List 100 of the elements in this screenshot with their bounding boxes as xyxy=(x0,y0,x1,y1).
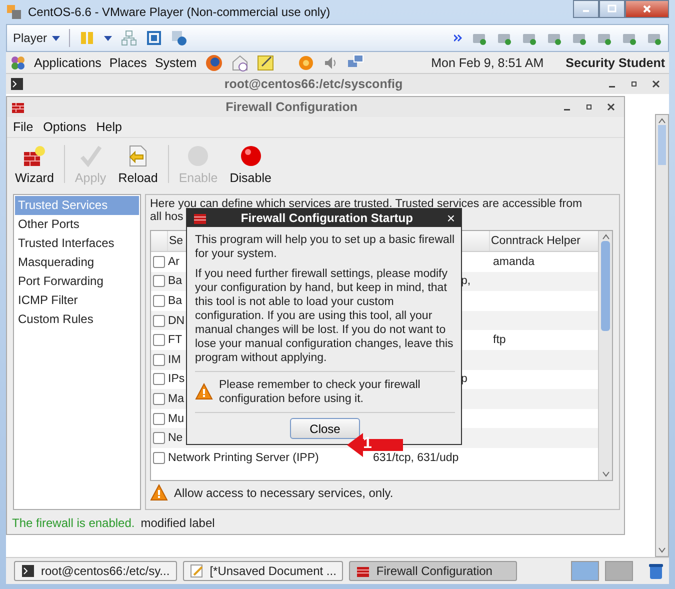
panel-menu[interactable]: Applications xyxy=(34,56,102,70)
status-text: modified label xyxy=(140,516,215,530)
trash-icon[interactable] xyxy=(647,562,665,580)
terminal-title: root@centos66:/etc/sysconfig xyxy=(223,77,404,91)
sidebar-item[interactable]: Other Ports xyxy=(15,215,139,234)
vmware-logo-icon xyxy=(6,4,22,20)
minimize-icon xyxy=(609,86,615,88)
checkbox[interactable] xyxy=(153,314,165,327)
scroll-down-icon xyxy=(602,470,610,478)
menu-item[interactable]: Options xyxy=(39,120,90,134)
close-button[interactable]: × xyxy=(446,210,455,226)
checkbox[interactable] xyxy=(153,412,165,425)
terminal-icon xyxy=(10,77,24,91)
table-cell: p xyxy=(461,373,468,386)
fullscreen-icon[interactable] xyxy=(146,30,162,46)
checkbox[interactable] xyxy=(153,452,165,464)
caret-icon xyxy=(52,34,60,42)
description-text: all hos xyxy=(150,211,184,223)
checkbox[interactable] xyxy=(153,373,165,386)
stop-light-icon xyxy=(238,144,263,168)
maximize-button[interactable] xyxy=(599,0,625,18)
table-cell: amanda xyxy=(493,256,535,268)
notes-icon[interactable] xyxy=(256,54,275,72)
checkbox[interactable] xyxy=(153,432,165,444)
dialog-text: If you need further firewall settings, please modify your configuration by hand, but keep in mind, that this tool is not able to load your custom configuration. If you are using this tool, all your manual changes will be lost. If you do not want to lose your manual configuration changes, leave this program without applying. xyxy=(195,267,454,365)
checkbox[interactable] xyxy=(153,334,165,346)
warning-text: Please remember to check your firewall configuration before using it. xyxy=(219,378,422,406)
checkbox[interactable] xyxy=(153,354,165,366)
menu-item[interactable]: Help xyxy=(92,120,126,134)
network-icon[interactable] xyxy=(121,30,138,46)
sidebar-item[interactable]: Masquerading xyxy=(15,253,139,272)
maximize-icon xyxy=(629,79,639,89)
table-cell: FT xyxy=(168,334,182,346)
close-button[interactable] xyxy=(625,0,669,18)
close-dialog-button[interactable]: Close xyxy=(290,418,360,439)
toolbar-button[interactable]: Disable xyxy=(224,144,278,184)
user-name[interactable]: Security Student xyxy=(566,56,665,70)
sidebar-item[interactable]: Port Forwarding xyxy=(15,272,139,291)
panel-menu[interactable]: System xyxy=(154,56,197,70)
checkbox[interactable] xyxy=(153,392,165,405)
caret-icon[interactable] xyxy=(104,34,112,42)
taskbar-button[interactable]: Firewall Configuration xyxy=(349,561,518,581)
scroll-up-icon xyxy=(602,233,610,241)
firewall-icon xyxy=(356,564,370,578)
checkbox[interactable] xyxy=(153,294,165,307)
table-cell: 631/tcp, 631/udp xyxy=(373,452,459,464)
workspace-switcher[interactable] xyxy=(605,561,633,581)
taskbar-button[interactable]: [*Unsaved Document ... xyxy=(182,561,344,581)
window-title: CentOS-6.6 - VMware Player (Non-commercial use only) xyxy=(28,5,330,19)
checkbox[interactable] xyxy=(153,275,165,288)
warning-icon xyxy=(195,383,213,401)
scroll-thumb[interactable] xyxy=(601,241,610,331)
minimize-button[interactable] xyxy=(573,0,599,18)
sidebar-item[interactable]: ICMP Filter xyxy=(15,291,139,310)
applications-icon[interactable] xyxy=(10,54,26,70)
close-icon xyxy=(651,79,661,89)
terminal-icon xyxy=(21,564,35,578)
firewall-icon xyxy=(11,100,25,114)
close-icon xyxy=(606,102,616,112)
panel-menu[interactable]: Places xyxy=(109,56,147,70)
scrollbar[interactable] xyxy=(598,231,612,480)
table-cell: Ba xyxy=(168,275,182,288)
dialog-title: Firewall Configuration Startup xyxy=(240,211,414,225)
gear-icon[interactable] xyxy=(297,54,316,72)
table-cell: Network Printing Server (IPP) xyxy=(168,452,319,464)
description-text: Here you can define which services are trusted. Trusted services are accessible from xyxy=(150,198,582,210)
toolbar-button[interactable]: Reload xyxy=(112,144,164,184)
table-cell: p, xyxy=(461,275,471,288)
scroll-up-icon xyxy=(658,117,666,125)
brick-wall-icon xyxy=(22,144,46,168)
close-icon xyxy=(642,4,652,14)
scroll-thumb[interactable] xyxy=(658,125,666,165)
browser-icon[interactable] xyxy=(204,54,223,72)
table-cell: IPs xyxy=(168,373,185,386)
sidebar-item[interactable]: Custom Rules xyxy=(15,310,139,329)
checkmark-icon xyxy=(78,144,103,168)
warning-text: Allow access to necessary services, only. xyxy=(174,486,394,500)
column-header[interactable]: Conntrack Helper xyxy=(491,235,580,247)
column-header[interactable]: Se xyxy=(169,235,184,247)
workspace-switcher[interactable] xyxy=(571,561,599,581)
toolbar-button[interactable]: Wizard xyxy=(9,144,60,184)
chevron-icon[interactable] xyxy=(454,34,462,42)
firewall-icon xyxy=(193,211,207,225)
clock[interactable]: Mon Feb 9, 8:51 AM xyxy=(431,56,544,70)
table-cell: Ar xyxy=(168,256,180,268)
table-cell: Mu xyxy=(168,412,184,425)
sidebar-item[interactable]: Trusted Interfaces xyxy=(15,234,139,253)
dialog-text: This program will help you to set up a basic firewall for your system. xyxy=(195,233,455,261)
taskbar-button[interactable]: root@centos66:/etc/sy... xyxy=(14,561,177,581)
scrollbar[interactable] xyxy=(655,114,669,557)
table-cell: ftp xyxy=(493,334,506,346)
table-cell: IM xyxy=(168,354,181,366)
menu-item[interactable]: File xyxy=(9,120,38,134)
step-number: 1 xyxy=(363,435,372,453)
minimize-icon xyxy=(564,109,570,111)
checkbox[interactable] xyxy=(153,256,165,268)
maximize-icon xyxy=(607,4,617,14)
scroll-down-icon xyxy=(658,546,666,554)
player-menu[interactable]: Player xyxy=(13,31,60,45)
maximize-icon xyxy=(584,102,594,112)
